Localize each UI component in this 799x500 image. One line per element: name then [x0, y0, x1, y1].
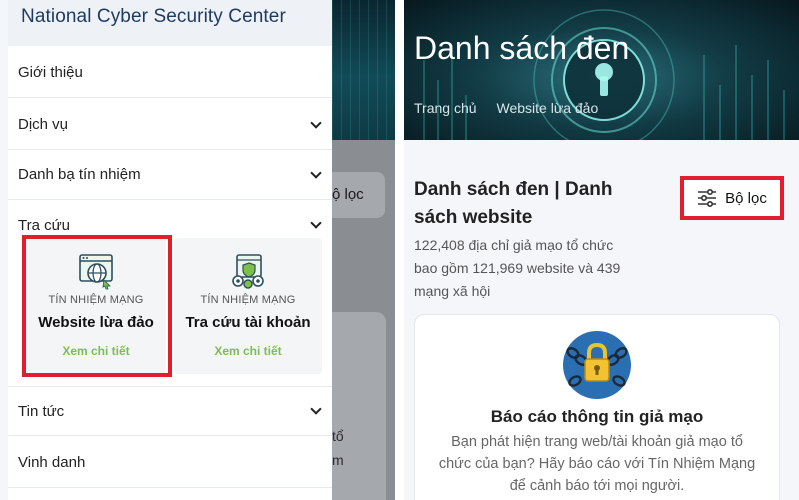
report-description: Bạn phát hiện trang web/tài khoản giả mạ…	[438, 434, 756, 494]
list-subtitle: 122,408 địa chỉ giả mạo tổ chức bao gồm …	[414, 237, 621, 299]
menu-item-danh-ba-tin-nhiem[interactable]: Danh bạ tín nhiệm	[8, 150, 332, 200]
list-title: Danh sách đen | Danh sách website	[414, 179, 613, 228]
site-title: National Cyber Security Center	[21, 6, 286, 27]
menu-item-dich-vu[interactable]: Dịch vụ	[8, 100, 332, 150]
dimmed-report-card: tổ m	[332, 312, 386, 500]
screenshot-divider	[395, 0, 404, 500]
shield-gears-icon	[232, 254, 264, 289]
dimmed-text-fragment: m	[332, 452, 344, 468]
menu-item-label: Tra cứu	[18, 216, 70, 234]
sliders-icon	[698, 189, 717, 207]
menu-item-label: Giới thiệu	[18, 64, 83, 81]
cyber-lock-background	[423, 9, 785, 140]
dimmed-text-fragment: tổ	[332, 428, 344, 444]
submenu-tag: TÍN NHIỆM MẠNG	[200, 294, 296, 306]
report-card[interactable]: Báo cáo thông tin giả mạo Bạn phát hiện …	[414, 314, 780, 500]
menu-item-label: Tin tức	[18, 402, 65, 420]
chevron-down-icon[interactable]	[310, 403, 322, 415]
menu-item-gioi-thieu[interactable]: Giới thiệu	[8, 48, 332, 98]
chevron-down-icon[interactable]	[310, 217, 322, 229]
filter-button[interactable]: Bộ lọc	[680, 176, 784, 220]
page-screenshot-panel: Danh sách đen Trang chủ Website lừa đảo D…	[404, 0, 799, 500]
see-details-link[interactable]: Xem chi tiết	[174, 344, 322, 358]
menu-screenshot-panel: ộ lọc tổ m National Cyber Security Cente…	[0, 0, 395, 500]
filter-label: Bộ lọc	[725, 189, 767, 207]
menu-header: National Cyber Security Center	[8, 0, 332, 46]
chain-padlock-icon	[563, 331, 631, 399]
dimmed-hero-strip	[332, 0, 395, 140]
breadcrumb-home-link[interactable]: Trang chủ	[414, 100, 477, 116]
hero-banner: Danh sách đen Trang chủ Website lừa đảo	[404, 0, 799, 140]
menu-item-label: Vinh danh	[18, 454, 86, 471]
dimmed-filter-label: ộ lọc	[332, 186, 364, 203]
submenu-name: Tra cứu tài khoản	[185, 314, 311, 331]
menu-item-label: Dịch vụ	[18, 116, 69, 133]
submenu-card-tra-cuu-tai-khoan[interactable]: TÍN NHIỆM MẠNG Tra cứu tài khoản Xem chi…	[174, 238, 322, 374]
breadcrumb-current[interactable]: Website lừa đảo	[497, 100, 599, 116]
hero-title: Danh sách đen	[414, 30, 630, 66]
chevron-down-icon[interactable]	[310, 116, 322, 129]
report-title: Báo cáo thông tin giả mạo	[490, 407, 704, 426]
menu-item-vinh-danh[interactable]: Vinh danh	[8, 438, 332, 488]
menu-item-label: Danh bạ tín nhiệm	[18, 166, 141, 183]
menu-item-tin-tuc[interactable]: Tin tức	[8, 386, 332, 436]
dimmed-filter-button: ộ lọc	[332, 172, 385, 218]
chevron-down-icon[interactable]	[310, 166, 322, 179]
highlight-box-website-lua-dao	[22, 235, 172, 377]
breadcrumb: Trang chủ Website lừa đảo	[414, 100, 618, 116]
